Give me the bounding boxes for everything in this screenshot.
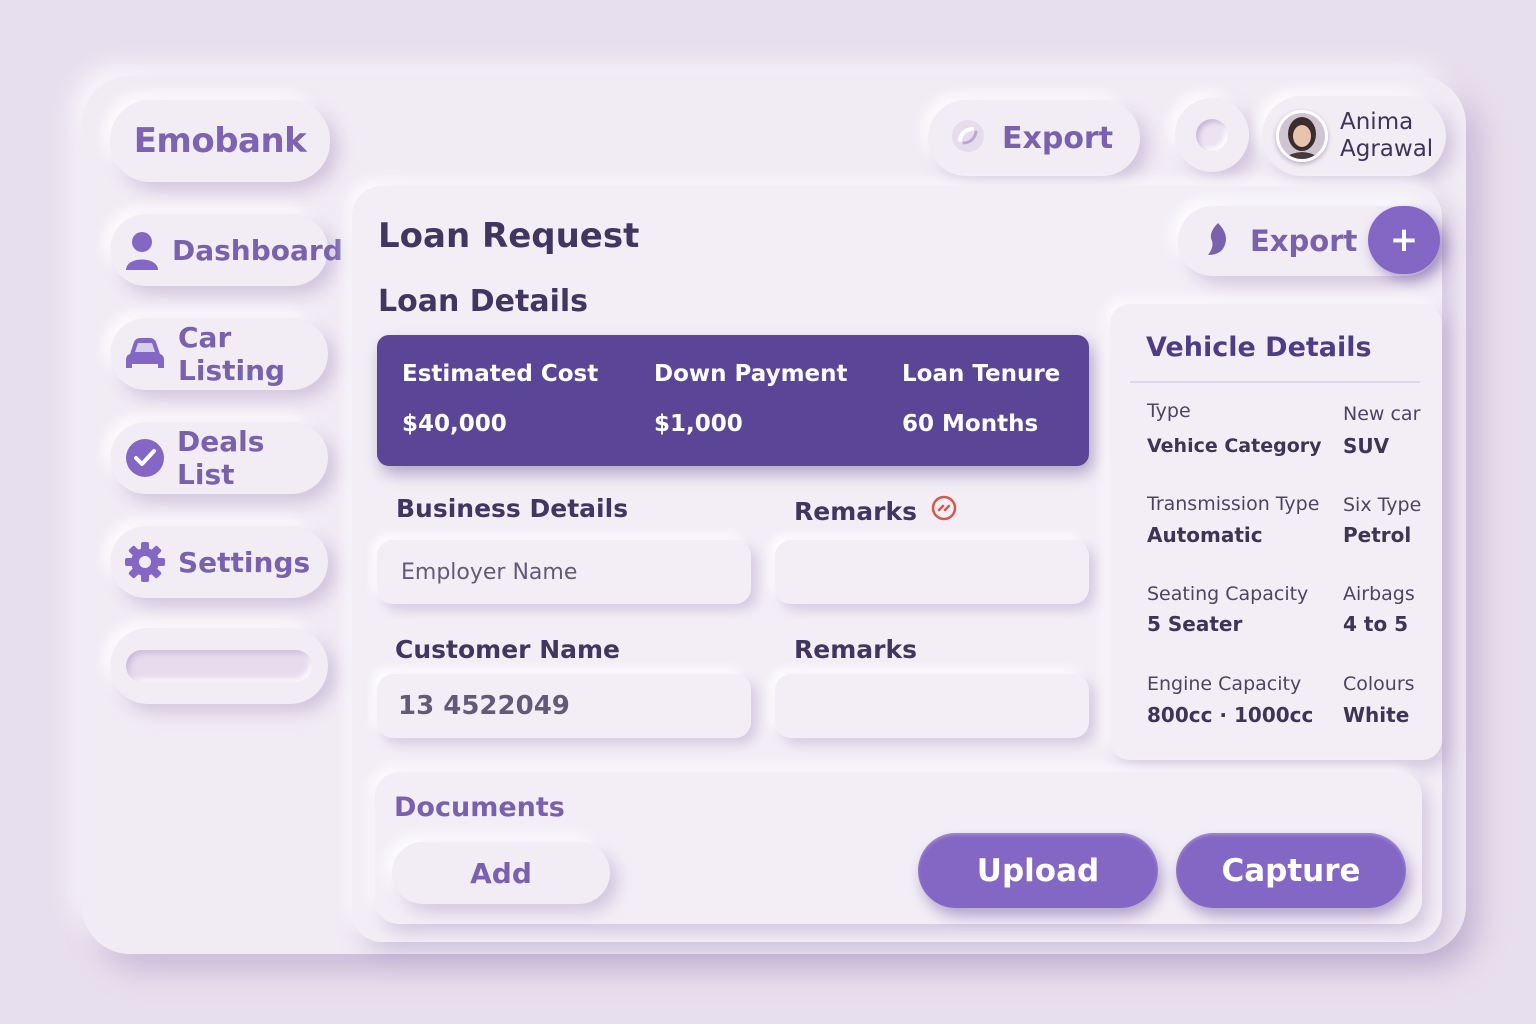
customer-name-label: Customer Name xyxy=(395,635,620,664)
sidebar-item-settings[interactable]: Settings xyxy=(110,526,328,598)
estimated-cost: Estimated Cost $40,000 xyxy=(402,361,598,437)
vehicle-key: Engine Capacity xyxy=(1147,673,1302,695)
add-document-label: Add xyxy=(470,856,532,890)
remarks-input-2[interactable] xyxy=(775,674,1089,738)
check-circle-icon xyxy=(124,437,165,479)
vehicle-details-title: Vehicle Details xyxy=(1146,332,1372,363)
sidebar-item-label: Deals List xyxy=(177,425,265,491)
customer-name-value: 13 4522049 xyxy=(398,691,570,721)
vehicle-value: Automatic xyxy=(1147,523,1263,547)
capture-label: Capture xyxy=(1221,852,1361,889)
user-first-name: Anima xyxy=(1340,109,1414,135)
sidebar-item-dashboard[interactable]: Dashboard xyxy=(110,214,343,286)
link-icon[interactable] xyxy=(931,495,957,527)
down-payment-value: $1,000 xyxy=(654,411,743,437)
brand-logo[interactable]: Emobank xyxy=(110,100,330,182)
user-name: Anima Agrawal xyxy=(1340,109,1433,163)
remarks-label: Remarks xyxy=(794,496,917,526)
upload-button[interactable]: Upload xyxy=(918,833,1158,908)
remarks-input-1[interactable] xyxy=(775,540,1089,604)
toggle-dot-icon xyxy=(1196,119,1228,151)
page-title: Loan Request xyxy=(378,216,640,256)
sidebar-item-deals-list[interactable]: Deals List xyxy=(110,422,328,494)
sidebar-item-car-listing[interactable]: Car Listing xyxy=(110,318,328,390)
brand-name: Emobank xyxy=(133,121,307,161)
customer-name-input[interactable]: 13 4522049 xyxy=(377,674,751,738)
upload-label: Upload xyxy=(976,852,1100,889)
leaf-icon xyxy=(1204,221,1232,261)
vehicle-key: Transmission Type xyxy=(1147,493,1320,515)
vehicle-key: Airbags xyxy=(1343,583,1415,605)
vehicle-value: 800cc · 1000cc xyxy=(1147,703,1314,727)
vehicle-value: White xyxy=(1343,703,1410,727)
sidebar-item-label: Car Listing xyxy=(178,321,286,387)
down-payment: Down Payment $1,000 xyxy=(654,361,848,437)
sidebar-item-label: Settings xyxy=(178,545,311,579)
top-export-button[interactable]: Export xyxy=(928,100,1140,176)
user-icon xyxy=(124,229,160,271)
vehicle-value: 4 to 5 xyxy=(1343,612,1409,636)
vehicle-details-card: Vehicle Details Type Vehice Category New… xyxy=(1110,304,1442,760)
remarks-label-2: Remarks xyxy=(794,635,917,664)
capture-button[interactable]: Capture xyxy=(1176,833,1406,908)
vehicle-value: Vehice Category xyxy=(1147,435,1322,457)
top-export-label: Export xyxy=(1002,120,1114,156)
sidebar-slot-inset xyxy=(126,650,312,682)
vehicle-value: 5 Seater xyxy=(1147,612,1243,636)
vehicle-key: New car xyxy=(1343,403,1421,425)
documents-title: Documents xyxy=(394,792,565,823)
estimated-cost-value: $40,000 xyxy=(402,411,507,437)
vehicle-value: SUV xyxy=(1343,434,1390,458)
down-payment-label: Down Payment xyxy=(654,361,848,387)
estimated-cost-label: Estimated Cost xyxy=(402,361,599,387)
add-button[interactable]: + xyxy=(1368,206,1440,274)
car-icon xyxy=(124,333,166,375)
loan-details-heading: Loan Details xyxy=(378,284,589,319)
vehicle-value: Petrol xyxy=(1343,523,1412,547)
notification-toggle-button[interactable] xyxy=(1175,98,1249,172)
plus-icon: + xyxy=(1389,220,1419,260)
vehicle-key: Type xyxy=(1147,400,1191,422)
divider xyxy=(1130,381,1420,383)
vehicle-key: Colours xyxy=(1343,673,1415,695)
gear-icon xyxy=(124,541,166,583)
loan-tenure-label: Loan Tenure xyxy=(902,361,1061,387)
user-profile[interactable]: Anima Agrawal xyxy=(1262,96,1446,176)
add-document-button[interactable]: Add xyxy=(392,842,610,904)
refresh-icon xyxy=(950,118,986,158)
export-label: Export xyxy=(1250,224,1358,258)
loan-tenure: Loan Tenure 60 Months xyxy=(902,361,1060,437)
vehicle-key: Seating Capacity xyxy=(1147,583,1309,605)
avatar xyxy=(1276,110,1328,162)
remarks-label-group: Remarks xyxy=(794,495,957,527)
user-last-name: Agrawal xyxy=(1340,136,1434,162)
business-details-label: Business Details xyxy=(396,494,629,523)
loan-tenure-value: 60 Months xyxy=(902,411,1039,437)
loan-summary-card: Estimated Cost $40,000 Down Payment $1,0… xyxy=(377,335,1089,466)
vehicle-key: Six Type xyxy=(1343,494,1422,516)
employer-name-input[interactable] xyxy=(377,540,751,604)
sidebar-empty-slot[interactable] xyxy=(110,628,328,704)
sidebar-item-label: Dashboard xyxy=(172,233,343,267)
